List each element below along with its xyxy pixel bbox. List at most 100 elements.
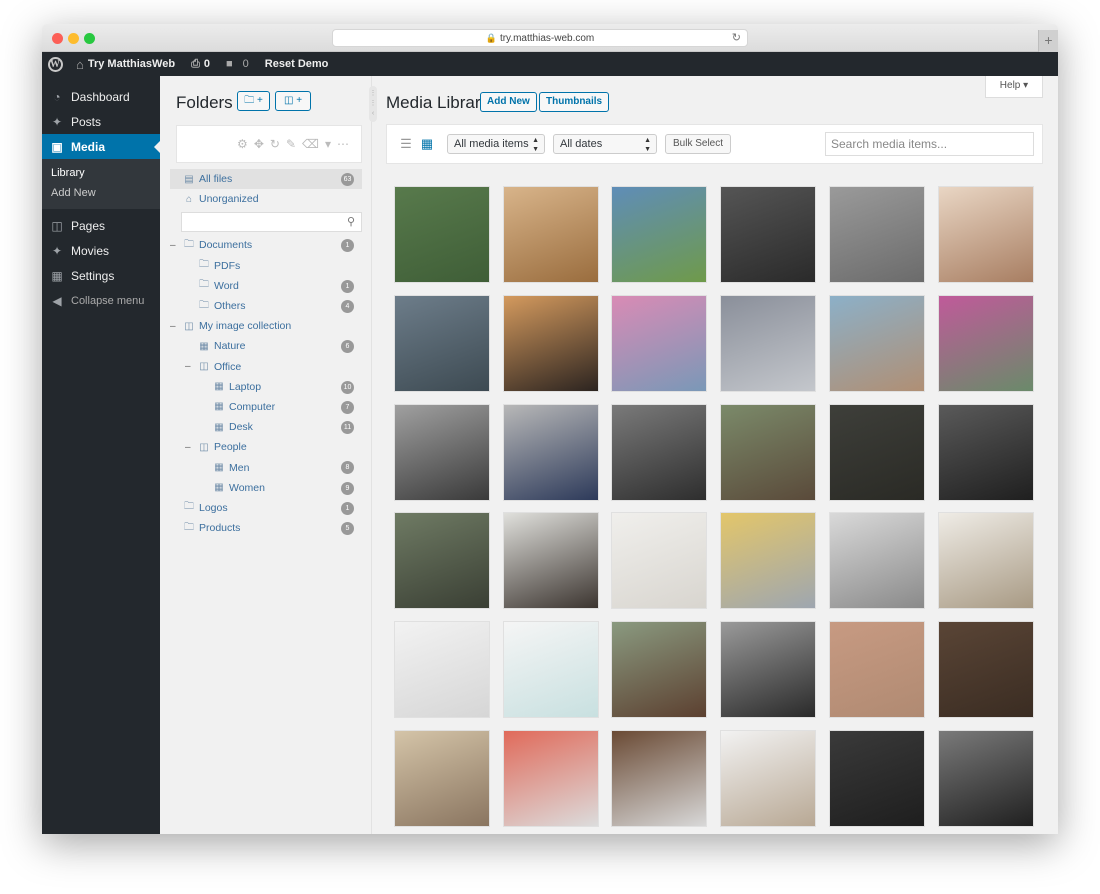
sidebar-item-pages[interactable]: ◫ Pages bbox=[42, 213, 160, 238]
submenu-add-new[interactable]: Add New bbox=[42, 183, 160, 203]
media-type-filter[interactable]: All media items ▲ ▼ bbox=[447, 134, 545, 154]
media-thumbnail[interactable] bbox=[720, 512, 817, 610]
site-name-link[interactable]: ⌂ Try MatthiasWeb bbox=[68, 52, 183, 76]
folder-search-input[interactable]: ⚲ bbox=[181, 212, 362, 233]
date-filter[interactable]: All dates ▲ ▼ bbox=[553, 134, 657, 154]
tree-item-unorganized[interactable]: ⌂ Unorganized bbox=[170, 189, 362, 209]
media-thumbnail[interactable] bbox=[611, 730, 708, 827]
move-icon[interactable]: ✥ bbox=[254, 137, 264, 151]
submenu-library[interactable]: Library bbox=[42, 163, 160, 183]
media-thumbnail[interactable] bbox=[611, 621, 708, 719]
sort-icon[interactable]: ▾ bbox=[325, 137, 331, 151]
media-thumbnail[interactable] bbox=[502, 186, 599, 283]
tree-item-products[interactable]: 🗀 Products 5 bbox=[170, 518, 362, 538]
tree-item-documents[interactable]: – 🗀 Documents 1 bbox=[170, 235, 362, 255]
tree-item-logos[interactable]: 🗀 Logos 1 bbox=[170, 498, 362, 518]
media-thumbnail[interactable] bbox=[611, 186, 708, 283]
minimize-window-button[interactable] bbox=[68, 33, 79, 44]
media-thumbnail[interactable] bbox=[828, 621, 925, 719]
media-thumbnail[interactable] bbox=[720, 621, 817, 719]
reset-demo-link[interactable]: Reset Demo bbox=[257, 52, 337, 76]
media-thumbnail[interactable] bbox=[828, 186, 925, 283]
help-label: Help bbox=[999, 80, 1021, 91]
collapse-toggle[interactable]: – bbox=[170, 321, 176, 332]
media-thumbnail[interactable] bbox=[394, 730, 490, 827]
tree-item-pdfs[interactable]: 🗀 PDFs bbox=[170, 256, 362, 276]
new-tab-button[interactable]: + bbox=[1038, 30, 1058, 52]
media-thumbnail[interactable] bbox=[394, 403, 490, 501]
media-thumbnail[interactable] bbox=[937, 403, 1034, 501]
media-thumbnail[interactable] bbox=[828, 294, 925, 392]
tree-item-desk[interactable]: ▦ Desk 11 bbox=[170, 417, 362, 437]
sidebar-item-movies[interactable]: ✦ Movies bbox=[42, 238, 160, 263]
tree-item-word[interactable]: 🗀 Word 1 bbox=[170, 276, 362, 296]
media-thumbnail[interactable] bbox=[937, 512, 1034, 610]
collapse-toggle[interactable]: – bbox=[185, 361, 191, 372]
search-input[interactable]: Search media items... bbox=[825, 132, 1034, 156]
tree-item-people[interactable]: – ◫ People bbox=[170, 437, 362, 457]
media-thumbnail[interactable] bbox=[720, 294, 817, 392]
trash-icon[interactable]: ⌫ bbox=[302, 137, 319, 151]
sidebar-item-dashboard[interactable]: ◔ Dashboard bbox=[42, 84, 160, 109]
media-thumbnail[interactable] bbox=[937, 186, 1034, 283]
collection-icon: ◫ bbox=[184, 320, 194, 332]
media-thumbnail[interactable] bbox=[828, 403, 925, 501]
tree-item-others[interactable]: 🗀 Others 4 bbox=[170, 296, 362, 316]
tree-item-nature[interactable]: ▦ Nature 6 bbox=[170, 336, 362, 356]
media-thumbnail[interactable] bbox=[720, 403, 817, 501]
media-thumbnail[interactable] bbox=[937, 294, 1034, 392]
edit-icon[interactable]: ✎ bbox=[286, 137, 296, 151]
media-thumbnail[interactable] bbox=[720, 186, 817, 283]
comments-link[interactable]: ■ 0 bbox=[218, 52, 257, 76]
gallery-icon: ▦ bbox=[214, 462, 224, 474]
media-thumbnail[interactable] bbox=[828, 730, 925, 827]
media-thumbnail[interactable] bbox=[502, 403, 599, 501]
more-icon[interactable]: ⋯ bbox=[337, 137, 349, 151]
list-view-icon[interactable]: ☰ bbox=[399, 137, 413, 151]
media-thumbnail[interactable] bbox=[937, 730, 1034, 827]
collapse-menu-button[interactable]: ◀ Collapse menu bbox=[42, 288, 160, 313]
refresh-icon[interactable]: ↻ bbox=[270, 137, 280, 151]
new-folder-button[interactable]: 🗀 + bbox=[237, 91, 270, 111]
updates-link[interactable]: ⎙ 0 bbox=[183, 52, 218, 76]
media-thumbnail[interactable] bbox=[502, 512, 599, 610]
reload-icon[interactable]: ↻ bbox=[732, 30, 741, 47]
media-thumbnail[interactable] bbox=[611, 294, 708, 392]
address-bar[interactable]: 🔒 try.matthias-web.com ↻ bbox=[332, 29, 748, 47]
add-new-button[interactable]: Add New bbox=[480, 92, 537, 112]
collapse-toggle[interactable]: – bbox=[185, 442, 191, 453]
tree-item-laptop[interactable]: ▦ Laptop 10 bbox=[170, 377, 362, 397]
help-tab[interactable]: Help ▾ bbox=[985, 76, 1043, 98]
grid-view-icon[interactable]: ▦ bbox=[420, 137, 434, 151]
media-thumbnail[interactable] bbox=[394, 621, 490, 719]
wordpress-logo[interactable]: W bbox=[42, 52, 68, 76]
new-collection-button[interactable]: ◫ + bbox=[275, 91, 311, 111]
media-thumbnail[interactable] bbox=[828, 512, 925, 610]
media-thumbnail[interactable] bbox=[611, 512, 708, 610]
media-thumbnail[interactable] bbox=[502, 621, 599, 719]
media-thumbnail[interactable] bbox=[611, 403, 708, 501]
comments-count: 0 bbox=[242, 58, 249, 70]
close-window-button[interactable] bbox=[52, 33, 63, 44]
zoom-window-button[interactable] bbox=[84, 33, 95, 44]
media-thumbnail[interactable] bbox=[937, 621, 1034, 719]
bulk-select-button[interactable]: Bulk Select bbox=[665, 134, 732, 154]
media-thumbnail[interactable] bbox=[720, 730, 817, 827]
media-thumbnail[interactable] bbox=[502, 294, 599, 392]
gear-icon[interactable]: ⚙ bbox=[237, 137, 248, 151]
sidebar-item-posts[interactable]: ✦ Posts bbox=[42, 109, 160, 134]
thumbnails-button[interactable]: Thumbnails bbox=[539, 92, 610, 112]
tree-item-my-image-collection[interactable]: – ◫ My image collection bbox=[170, 316, 362, 336]
sidebar-item-media[interactable]: ▣ Media bbox=[42, 134, 160, 159]
tree-item-women[interactable]: ▦ Women 9 bbox=[170, 478, 362, 498]
media-thumbnail[interactable] bbox=[394, 186, 490, 283]
tree-item-computer[interactable]: ▦ Computer 7 bbox=[170, 397, 362, 417]
tree-item-office[interactable]: – ◫ Office bbox=[170, 357, 362, 377]
media-thumbnail[interactable] bbox=[502, 730, 599, 827]
sidebar-item-settings[interactable]: ▦ Settings bbox=[42, 263, 160, 288]
tree-item-men[interactable]: ▦ Men 8 bbox=[170, 457, 362, 477]
collapse-toggle[interactable]: – bbox=[170, 240, 176, 251]
tree-item-all-files[interactable]: ▤ All files 63 bbox=[170, 169, 362, 190]
media-thumbnail[interactable] bbox=[394, 294, 490, 392]
media-thumbnail[interactable] bbox=[394, 512, 490, 610]
